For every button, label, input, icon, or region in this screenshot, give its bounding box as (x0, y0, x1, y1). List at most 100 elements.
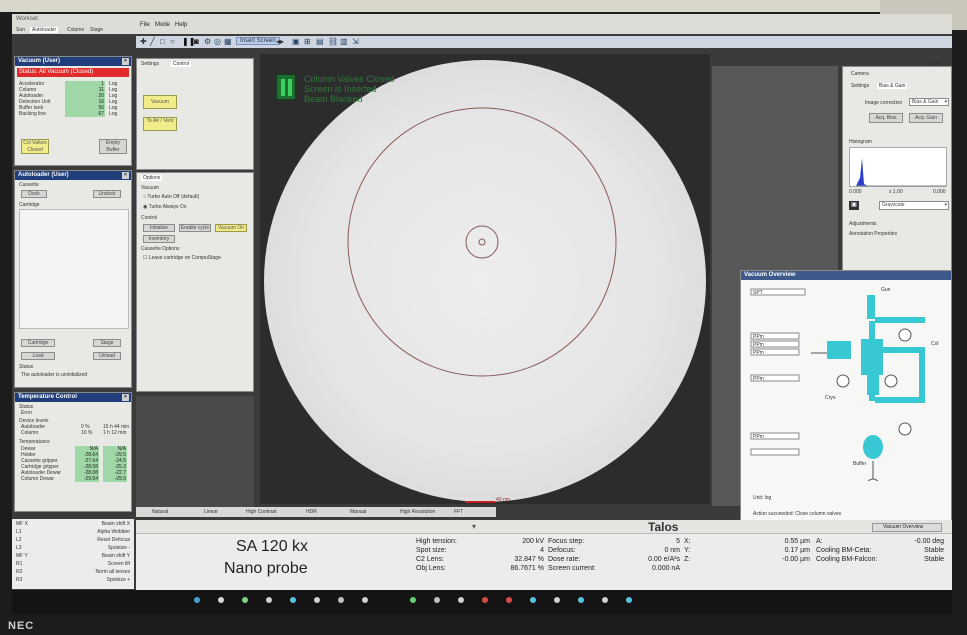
settings-icon[interactable]: ⚙ (204, 37, 211, 46)
vacuum-overview-title: Vacuum Overview (741, 271, 951, 280)
param-value: 0 nm (664, 547, 680, 554)
close-icon[interactable]: × (122, 394, 129, 401)
param-value: 0.000 nA (651, 565, 680, 572)
taskbar-app-icon[interactable] (242, 597, 248, 603)
image-icon[interactable]: ▤ (316, 37, 324, 46)
empty-buffer-button[interactable]: Empty Buffer (99, 139, 127, 154)
vacuum-button[interactable]: Vacuum (143, 95, 177, 109)
colormap-select[interactable]: Grayscale ▾ (879, 201, 949, 210)
tab-high-contrast[interactable]: High Contrast (246, 509, 277, 515)
insert-screen-button[interactable]: Insert Screen (236, 37, 280, 45)
menu-mode[interactable]: Mode (155, 22, 170, 28)
arrows-icon[interactable]: ◂▸ (276, 37, 284, 46)
tab-hdr[interactable]: HDR (306, 509, 317, 515)
tab-sun[interactable]: Sun (16, 27, 25, 33)
panel-select-dropdown[interactable]: Vacuum Overview (872, 523, 942, 532)
tab-high-resolution[interactable]: High Resolution (400, 509, 435, 515)
close-icon[interactable]: × (122, 58, 129, 65)
stage-value: -0.00 µm (782, 556, 810, 563)
taskbar-app-icon[interactable] (554, 597, 560, 603)
tab-bias-gain[interactable]: Bias & Gain (877, 83, 908, 89)
link-icon[interactable]: ⛓ (328, 37, 338, 46)
tab-fft[interactable]: FFT (454, 509, 463, 515)
tab-natural[interactable]: Natural (152, 509, 168, 515)
turbo-always-on-label: Turbo Always On (148, 204, 187, 210)
taskbar-app-icon[interactable] (434, 597, 440, 603)
taskbar-app-icon[interactable] (578, 597, 584, 603)
line-tool-icon[interactable]: ╱ (150, 37, 155, 46)
acq-gain-button[interactable]: Acq. Gain (909, 113, 943, 123)
autoloader-title: Autoloader (User) × (15, 171, 131, 180)
histogram-scale: x 1.00 (889, 189, 903, 195)
dock-button[interactable]: Dock (21, 190, 47, 198)
tab-manual[interactable]: Manual (350, 509, 366, 515)
export-icon[interactable]: ⇲ (352, 37, 359, 46)
tab-stage[interactable]: Stage (90, 27, 103, 33)
acq-bias-button[interactable]: Acq. Bias (869, 113, 903, 123)
taskbar-app-icon[interactable] (218, 597, 224, 603)
taskbar-app-icon[interactable] (266, 597, 272, 603)
image-correction-select[interactable]: Bias & Gain ▾ (909, 98, 949, 106)
stage-button[interactable]: Stage (93, 339, 121, 347)
menu-file[interactable]: File (140, 22, 150, 28)
tab-options[interactable]: Options (141, 175, 163, 181)
stage-label: A: (816, 538, 823, 545)
tile-icon[interactable]: ▥ (340, 37, 348, 46)
load-button[interactable]: Load (21, 352, 55, 360)
taskbar-app-icon[interactable] (362, 597, 368, 603)
taskbar-app-icon[interactable] (530, 597, 536, 603)
colormap-icon[interactable]: ▣ (849, 201, 859, 210)
taskbar-app-icon[interactable] (410, 597, 416, 603)
tab-camera-settings[interactable]: Settings (851, 83, 869, 89)
taskbar-app-icon[interactable] (194, 597, 200, 603)
tab-control[interactable]: Control (171, 61, 192, 67)
tab-column[interactable]: Column (67, 27, 84, 33)
autoloader-chamber (827, 341, 851, 359)
turbo-always-on-radio[interactable]: ◉ Turbo Always On (143, 204, 187, 210)
zoom-icon[interactable]: ⊞ (304, 37, 311, 46)
cartridge-list[interactable] (19, 209, 129, 329)
annotation-properties-expander[interactable]: Annotation Properties (849, 231, 897, 237)
taskbar-app-icon[interactable] (602, 597, 608, 603)
turbo-auto-off-radio[interactable]: ○ Turbo Auto Off (default) (143, 194, 199, 200)
image-viewport[interactable]: Column Valves Closed Screen is Inserted … (260, 54, 710, 504)
taskbar-app-icon[interactable] (290, 597, 296, 603)
tab-settings[interactable]: Settings (141, 61, 159, 67)
control-label: Control (141, 215, 158, 221)
camera-icon[interactable]: ◙ (194, 37, 199, 46)
taskbar-app-icon[interactable] (626, 597, 632, 603)
enable-cycle-button[interactable]: Enable cycle (179, 224, 211, 232)
target-icon[interactable]: ◎ (214, 37, 221, 46)
taskbar-app-icon[interactable] (338, 597, 344, 603)
rectangle-tool-icon[interactable]: □ (160, 37, 165, 46)
taskbar-app-icon[interactable] (458, 597, 464, 603)
device-label: Column (21, 430, 39, 436)
view-mode-tabs: Natural Linear High Contrast HDR Manual … (136, 507, 496, 517)
ellipse-tool-icon[interactable]: ○ (170, 37, 175, 46)
tab-linear[interactable]: Linear (204, 509, 218, 515)
param-label: Defocus: (548, 547, 576, 554)
close-button[interactable]: Close (927, 61, 940, 67)
taskbar-app-icon[interactable] (482, 597, 488, 603)
undock-button[interactable]: Undock (93, 190, 121, 198)
tab-autoloader[interactable]: Autoloader (30, 27, 59, 33)
col-valves-closed-button[interactable]: Col Valves Closed (21, 139, 49, 154)
initialize-button[interactable]: Initialize (143, 224, 175, 232)
menu-help[interactable]: Help (175, 22, 187, 28)
to-air-button[interactable]: To Air / Vent (143, 117, 177, 131)
cursor-tool-icon[interactable]: ✚ (140, 37, 147, 46)
unload-button[interactable]: Unload (93, 352, 121, 360)
layout-icon[interactable]: ▣ (292, 37, 300, 46)
cartridge-button[interactable]: Cartridge (21, 339, 55, 347)
leave-cartridge-label: Leave cartridge on CompuStage (148, 255, 221, 261)
collapse-icon[interactable]: ▾ (472, 522, 476, 531)
inventory-button[interactable]: Inventory (143, 235, 175, 243)
leave-cartridge-checkbox[interactable]: ☐ Leave cartridge on CompuStage (143, 255, 221, 261)
taskbar-app-icon[interactable] (314, 597, 320, 603)
grid-icon[interactable]: ▦ (224, 37, 232, 46)
adjustments-expander[interactable]: Adjustments (849, 221, 877, 227)
empty-area (136, 396, 254, 512)
close-icon[interactable]: × (122, 172, 129, 179)
vacuum-on-button[interactable]: Vacuum On (215, 224, 247, 232)
taskbar-app-icon[interactable] (506, 597, 512, 603)
